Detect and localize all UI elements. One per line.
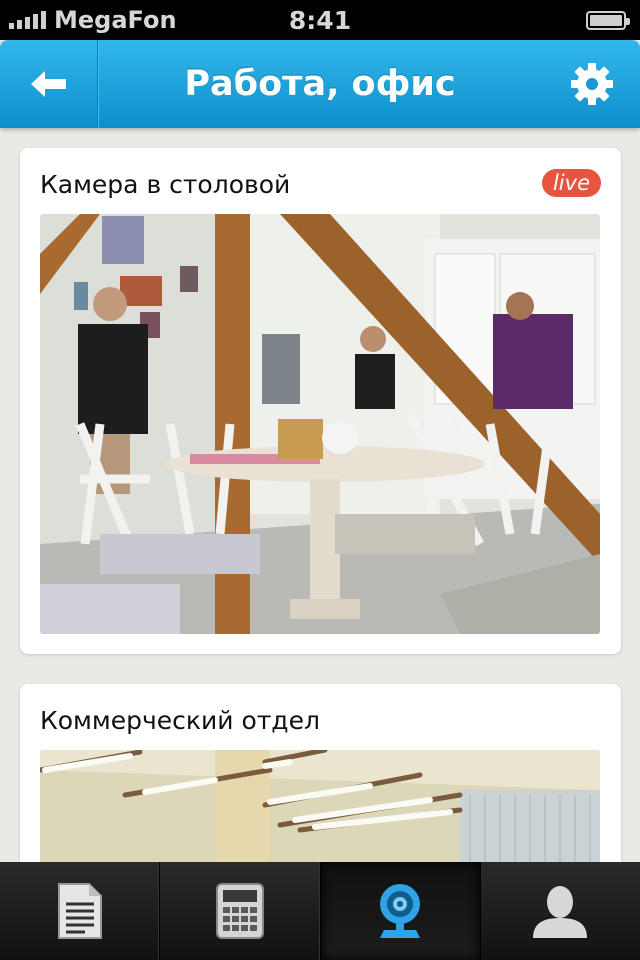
webcam-icon — [380, 884, 421, 938]
tab-bar — [0, 862, 640, 960]
tab-documents[interactable] — [0, 862, 161, 960]
calculator-icon — [215, 883, 264, 939]
gear-icon — [571, 63, 613, 105]
camera-card[interactable]: Камера в столовой live — [20, 148, 621, 654]
camera-feed-image[interactable] — [40, 750, 600, 862]
settings-button[interactable] — [544, 40, 640, 128]
status-bar: MegaFon 8:41 — [0, 0, 640, 40]
tab-calculator[interactable] — [160, 862, 321, 960]
user-icon — [533, 886, 588, 938]
camera-title: Камера в столовой — [40, 170, 291, 199]
back-button[interactable] — [0, 40, 98, 128]
arrow-left-icon — [30, 71, 66, 97]
camera-title: Коммерческий отдел — [40, 706, 320, 735]
tab-cameras[interactable] — [320, 862, 481, 960]
live-badge: live — [541, 169, 601, 197]
battery-icon — [586, 11, 630, 30]
document-icon — [57, 883, 102, 939]
tab-profile[interactable] — [481, 862, 640, 960]
page-title: Работа, офис — [184, 64, 456, 104]
camera-feed-image[interactable] — [40, 214, 600, 634]
camera-card[interactable]: Коммерческий отдел — [20, 684, 621, 862]
navigation-bar: Работа, офис — [0, 40, 640, 128]
status-time: 8:41 — [288, 5, 352, 35]
camera-list[interactable]: Камера в столовой live Коммерческий отде… — [0, 128, 640, 862]
